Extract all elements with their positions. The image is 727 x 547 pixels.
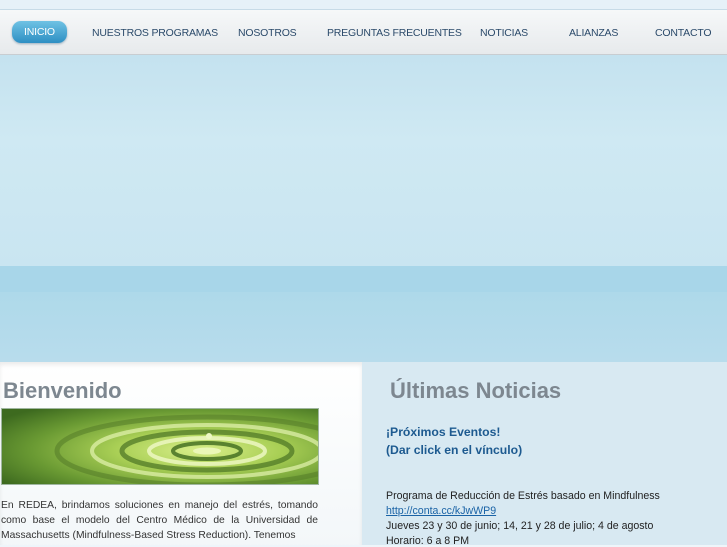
events-line-1: ¡Próximos Eventos!	[386, 425, 501, 439]
hero-band	[0, 266, 727, 292]
program-title: Programa de Reducción de Estrés basado e…	[386, 490, 660, 502]
events-line-2: (Dar click en el vínculo)	[386, 442, 523, 457]
nav-nosotros[interactable]: NOSOTROS	[238, 25, 297, 41]
event-link[interactable]: http://conta.cc/kJwWP9	[386, 505, 496, 517]
nav-alianzas[interactable]: ALIANZAS	[569, 25, 618, 41]
nav-nuestros-programas[interactable]: NUESTROS PROGRAMAS	[92, 25, 218, 41]
water-drop-image	[1, 408, 319, 485]
top-strip	[0, 0, 727, 10]
nav-inicio[interactable]: INICIO	[12, 21, 67, 43]
nav-preguntas-frecuentes[interactable]: PREGUNTAS FRECUENTES	[327, 25, 462, 41]
nav-noticias[interactable]: NOTICIAS	[480, 25, 528, 41]
news-heading: Últimas Noticias	[390, 378, 562, 403]
events-title: ¡Próximos Eventos! (Dar click en el vínc…	[386, 424, 522, 459]
event-dates: Jueves 23 y 30 de junio; 14, 21 y 28 de …	[386, 520, 654, 532]
nav-contacto[interactable]: CONTACTO	[655, 25, 712, 41]
welcome-text: En REDEA, brindamos soluciones en manejo…	[1, 500, 318, 541]
event-schedule: Horario: 6 a 8 PM	[386, 535, 470, 547]
hero-banner	[0, 55, 727, 266]
hero-banner-lower	[0, 292, 727, 362]
main-nav: INICIO NUESTROS PROGRAMAS NOSOTROS PREGU…	[0, 10, 727, 55]
welcome-heading: Bienvenido	[3, 378, 122, 403]
